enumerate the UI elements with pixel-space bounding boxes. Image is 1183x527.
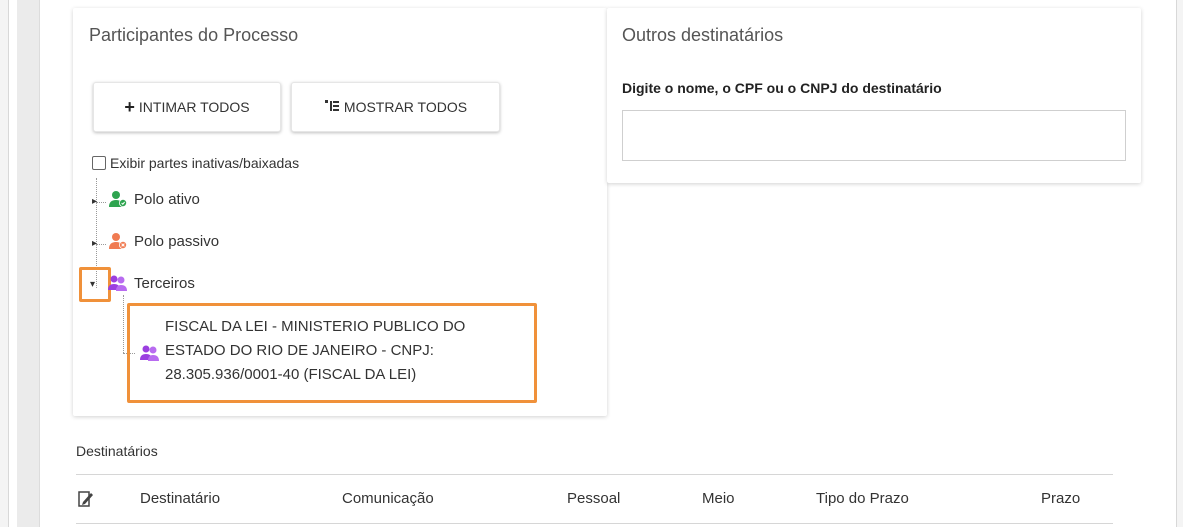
- polo-passivo-expand-toggle[interactable]: ▸: [92, 238, 97, 249]
- destinatarios-section-title: Destinatários: [76, 443, 158, 459]
- tree-icon: [324, 98, 340, 117]
- column-header-tipo-do-prazo[interactable]: Tipo do Prazo: [816, 490, 909, 507]
- leaf-line-2: ESTADO DO RIO DE JANEIRO - CNPJ:: [165, 342, 434, 359]
- group-purple-icon: [140, 345, 159, 361]
- destinatario-search-label: Digite o nome, o CPF ou o CNPJ do destin…: [622, 80, 942, 96]
- polo-passivo-label: Polo passivo: [134, 232, 220, 250]
- tree-node-terceiros[interactable]: Terceiros: [108, 274, 195, 292]
- inactive-parties-toggle[interactable]: Exibir partes inativas/baixadas: [92, 155, 299, 171]
- person-orange-icon: [109, 233, 127, 249]
- tree-node-polo-ativo[interactable]: Polo ativo: [108, 190, 200, 208]
- terceiros-collapse-toggle[interactable]: ▾: [90, 279, 95, 290]
- column-header-destinatario[interactable]: Destinatário: [140, 490, 220, 507]
- tree-connector: [96, 202, 106, 203]
- column-header-comunicacao[interactable]: Comunicação: [342, 490, 434, 507]
- leaf-line-3: 28.305.936/0001-40 (FISCAL DA LEI): [165, 366, 417, 383]
- group-purple-icon: [108, 275, 127, 291]
- column-header-prazo[interactable]: Prazo: [1041, 490, 1080, 507]
- person-green-icon: [109, 191, 127, 207]
- tree-leaf-fiscal-da-lei[interactable]: FISCAL DA LEI - MINISTERIO PUBLICO DO ES…: [165, 315, 465, 387]
- table-divider: [76, 523, 1113, 524]
- left-gutter: [17, 0, 40, 527]
- outros-destinatarios-title: Outros destinatários: [622, 25, 784, 45]
- leaf-line-1: FISCAL DA LEI - MINISTERIO PUBLICO DO: [165, 318, 466, 335]
- mostrar-todos-label: MOSTRAR TODOS: [343, 99, 468, 115]
- terceiros-label: Terceiros: [134, 274, 195, 292]
- polo-ativo-label: Polo ativo: [134, 190, 200, 208]
- column-header-pessoal[interactable]: Pessoal: [567, 490, 620, 507]
- participants-title: Participantes do Processo: [89, 25, 299, 45]
- tree-node-polo-passivo[interactable]: Polo passivo: [108, 232, 219, 250]
- polo-ativo-expand-toggle[interactable]: ▸: [92, 196, 97, 207]
- tree-connector: [96, 244, 106, 245]
- tree-connector: [123, 295, 124, 353]
- intimar-todos-label: INTIMAR TODOS: [138, 99, 250, 115]
- mostrar-todos-button[interactable]: MOSTRAR TODOS: [291, 82, 500, 132]
- column-header-meio[interactable]: Meio: [702, 490, 735, 507]
- table-divider: [76, 474, 1113, 475]
- destinatario-search-input[interactable]: [622, 110, 1126, 161]
- intimar-todos-button[interactable]: + INTIMAR TODOS: [93, 82, 281, 132]
- plus-icon: +: [124, 96, 135, 117]
- inactive-parties-checkbox[interactable]: [92, 156, 106, 170]
- inactive-parties-label: Exibir partes inativas/baixadas: [110, 155, 300, 171]
- edit-icon[interactable]: [78, 490, 94, 513]
